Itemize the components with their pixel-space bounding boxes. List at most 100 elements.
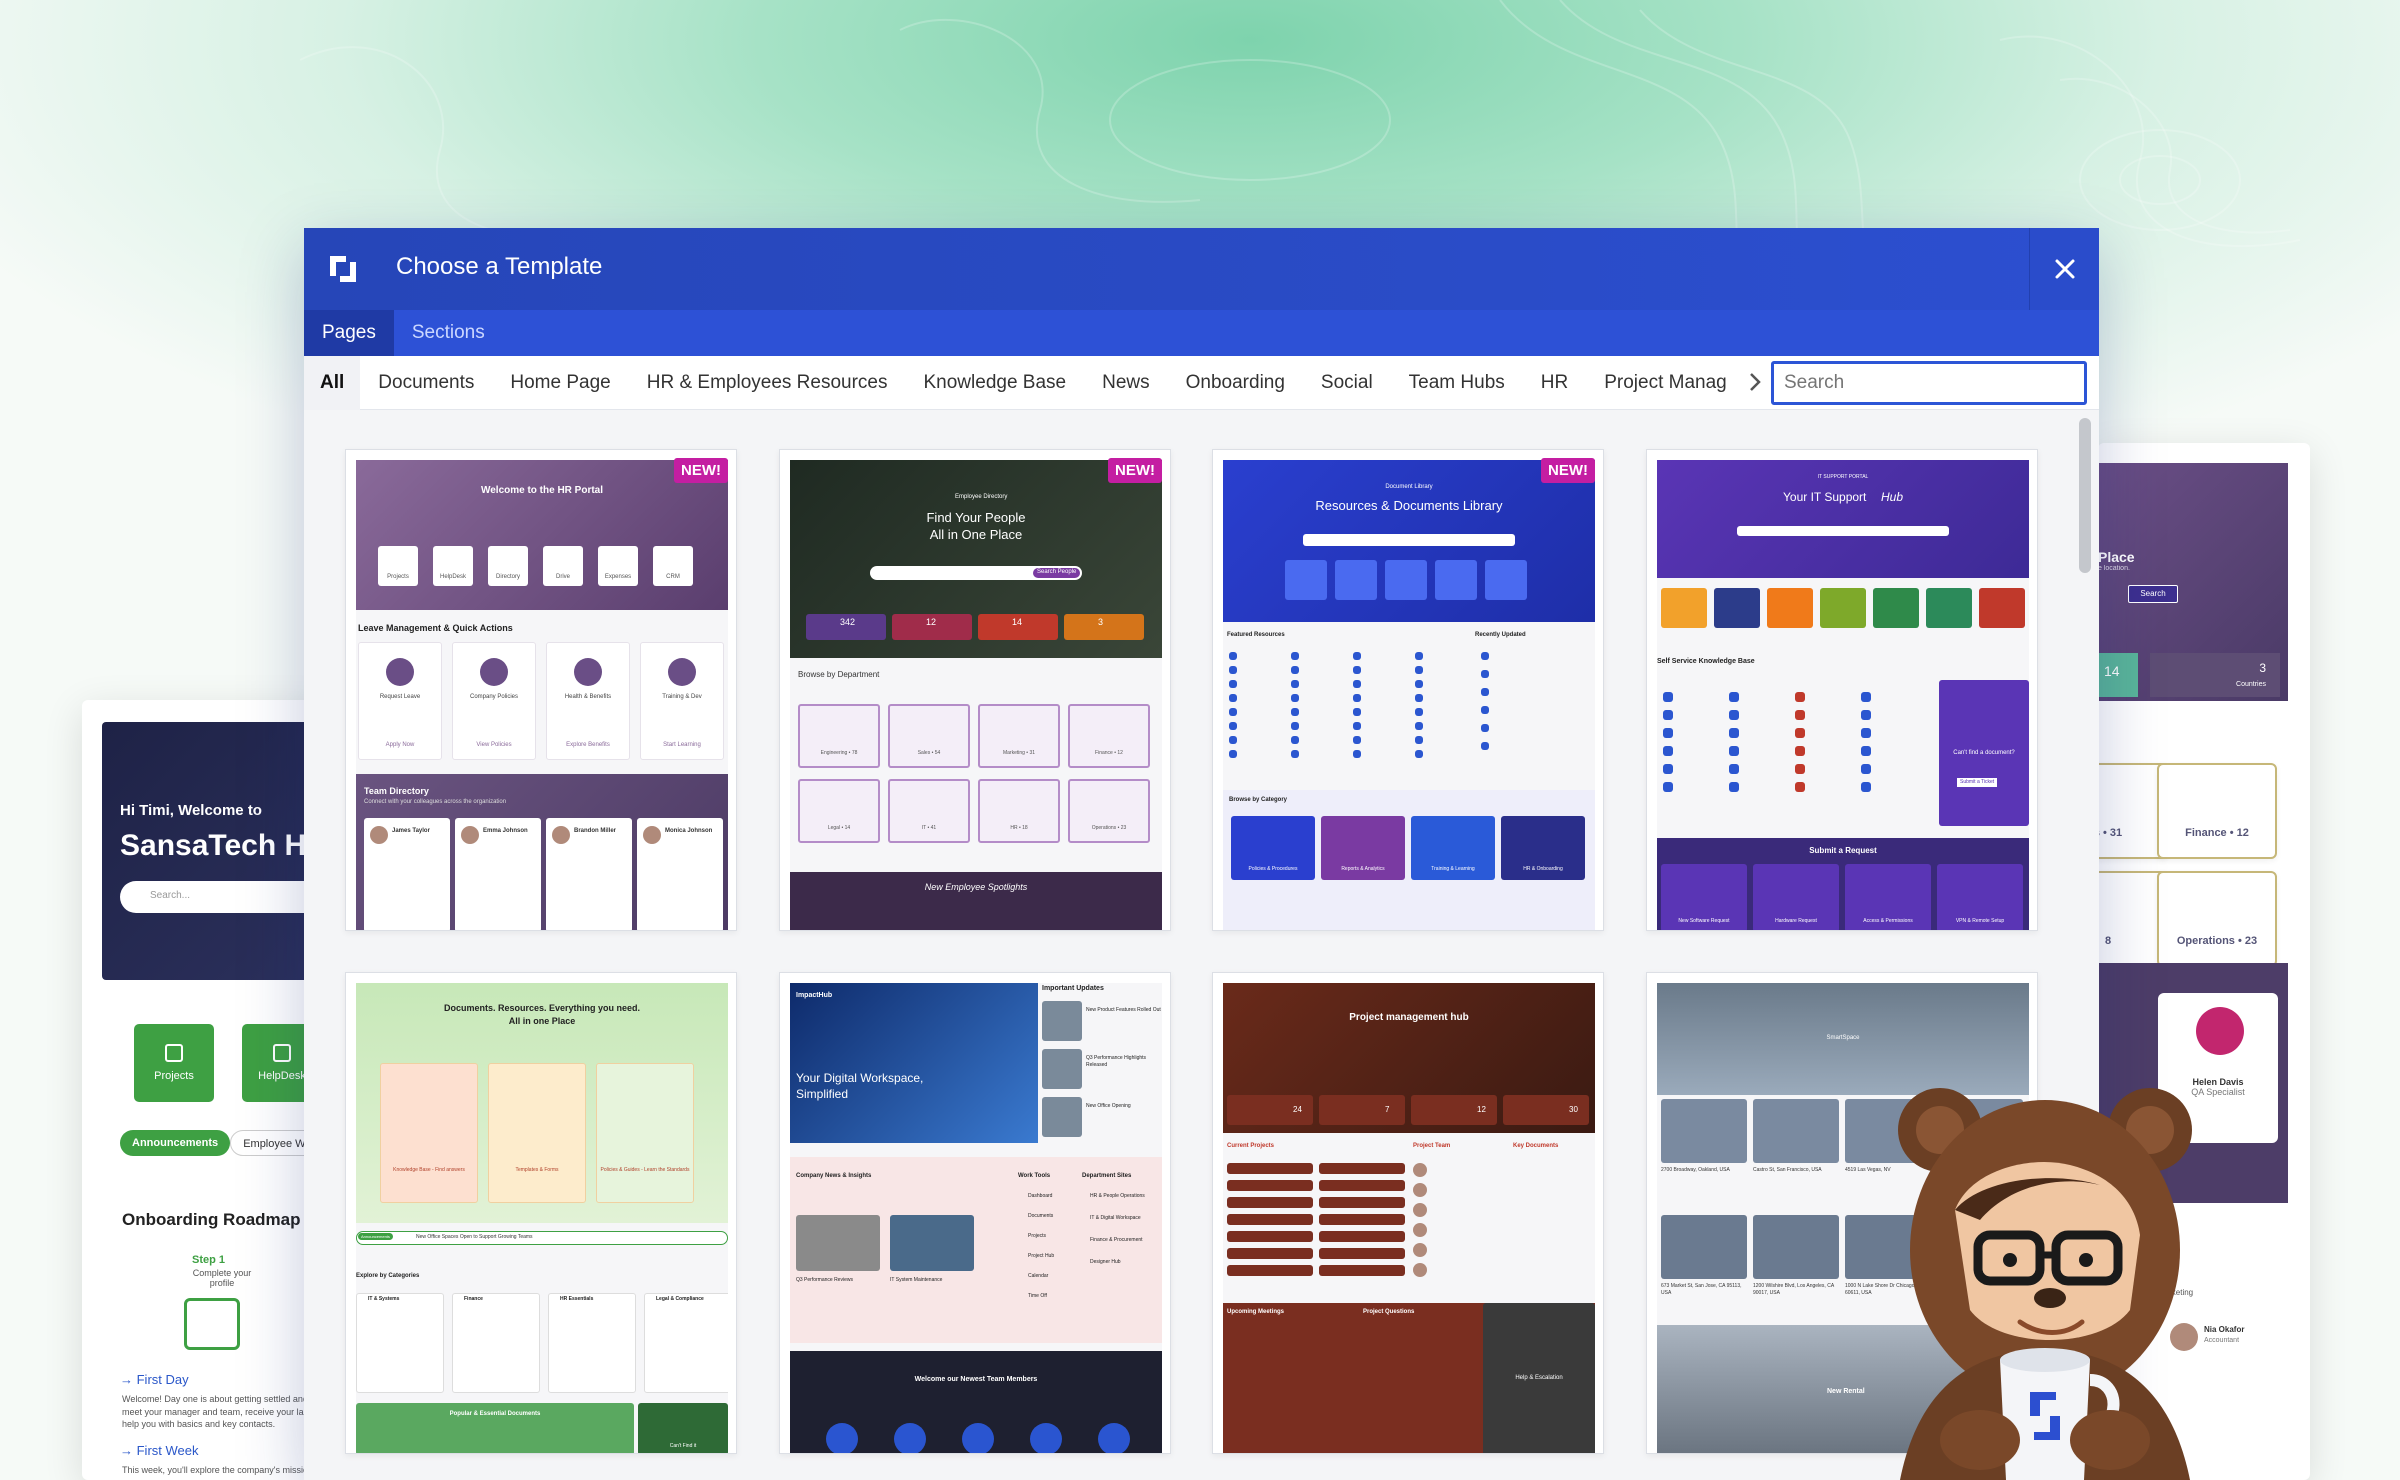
template-thumbnail: IT SUPPORT PORTAL Your IT Support Hub Self … [1657,460,2029,930]
tool-item: Dashboard [1028,1193,1053,1199]
filter-documents[interactable]: Documents [360,356,492,410]
template-card-project-management-hub[interactable]: Project management hub 24 7 12 30 Current Pro… [1212,972,1604,1454]
doc-icon [1415,680,1423,688]
bg-left-pill-announcements: Announcements [120,1130,231,1156]
doc-icon [1229,736,1237,744]
filter-social[interactable]: Social [1303,356,1391,410]
filter-onboarding[interactable]: Onboarding [1168,356,1303,410]
doc-icon [1229,694,1237,702]
doc-icon [1729,728,1739,738]
bg-left-first-day-text: Welcome! Day one is about getting settle… [122,1394,332,1430]
project-pill [1227,1180,1313,1191]
doc-icon [1353,708,1361,716]
tab-pages[interactable]: Pages [304,310,394,356]
filter-home-page[interactable]: Home Page [492,356,628,410]
project-pill [1227,1265,1313,1276]
category-label: Finance [464,1296,483,1302]
doc-icon [1481,742,1489,750]
bg-left-roadmap-title: Onboarding Roadmap [122,1210,301,1229]
avatar [826,1423,858,1453]
template-card-impact-hub[interactable]: ImpactHub Your Digital Workspace, Simplifi… [779,972,1171,1454]
department-label: Operations • 23 [1091,825,1127,831]
aside-text: Can't find a document? [1953,750,2015,756]
bg-left-greeting: Hi Timi, Welcome to [120,802,262,819]
hero-title-2: Simplified [796,1087,849,1101]
background-template-left: Hi Timi, Welcome to SansaTech HR P Searc… [82,700,332,1480]
feature-card [380,1063,478,1203]
action-label: Health & Benefits [564,694,612,700]
doc-icon [1861,710,1871,720]
project-pill [1319,1265,1405,1276]
team-directory-title: Team Directory [364,786,429,796]
filter-all[interactable]: All [304,355,361,410]
doc-icon [1229,680,1237,688]
chevron-right-icon[interactable] [1743,370,1767,394]
avatar [894,1423,926,1453]
doc-icon [1291,750,1299,758]
doc-icon [1353,680,1361,688]
action-icon [386,658,414,686]
announcement-text: New Office Spaces Open to Support Growin… [416,1234,533,1240]
project-pill [1227,1214,1313,1225]
bg-left-search: Search... [120,881,332,913]
filter-hr[interactable]: HR [1523,356,1586,410]
filter-team-hubs[interactable]: Team Hubs [1391,356,1523,410]
update-title: Q3 Performance Highlights Released [1086,1055,1147,1068]
stat-tile [1064,614,1144,640]
template-card-hr-portal[interactable]: Welcome to the HR Portal Projects HelpDesk… [345,449,737,931]
property-image [1753,1099,1839,1163]
aside-button: Submit a Ticket [1957,778,1998,787]
doc-icon [1291,708,1299,716]
action-link: Start Learning [663,742,701,748]
new-badge: NEW! [1541,458,1595,483]
template-card-documents-resources[interactable]: Documents. Resources. Everything you nee… [345,972,737,1454]
filter-knowledge-base[interactable]: Knowledge Base [906,356,1085,410]
template-card-employee-directory[interactable]: Employee Directory Find Your People All in… [779,449,1171,931]
doc-icon [1663,710,1673,720]
hero-title-1: Your IT Support [1783,490,1867,504]
category-title: Browse by Category [1229,797,1288,803]
tool-item: Documents [1028,1213,1054,1219]
template-thumbnail: Project management hub 24 7 12 30 Current Pro… [1223,983,1595,1453]
filter-news[interactable]: News [1084,356,1168,410]
category-label: HR Essentials [560,1296,594,1302]
close-button[interactable] [2029,228,2099,310]
property-address: 1200 Wilshire Blvd, Los Angeles, CA 9001… [1753,1283,1834,1296]
update-thumb [1042,1049,1082,1089]
modal-title: Choose a Template [396,253,603,280]
tool-item: Projects [1028,1233,1047,1239]
quick-link-label: CRM [666,574,680,580]
hero-banner [356,460,728,610]
filter-project-management[interactable]: Project Manag [1586,356,1745,410]
hero-title-1: Find Your People [926,510,1026,525]
bg-right-search-button: Search [2128,585,2178,603]
avatar [1413,1243,1427,1257]
avatar [2196,1007,2244,1055]
category-label: Training & Learning [1431,866,1475,872]
tab-sections[interactable]: Sections [394,310,503,356]
quick-link-label: Drive [555,574,570,580]
doc-icon [1795,746,1805,756]
search-input[interactable] [1771,361,2087,405]
template-card-documents-library[interactable]: Document Library Resources & Documents Li… [1212,449,1604,931]
department-card [888,704,970,768]
tools-title: Work Tools [1018,1173,1051,1179]
project-pill [1319,1214,1405,1225]
doc-icon [1481,688,1489,696]
doc-icon [1291,736,1299,744]
quick-link-label: Expenses [604,574,632,580]
doc-icon [1291,694,1299,702]
doc-icon [1663,692,1673,702]
template-thumbnail: Document Library Resources & Documents Li… [1223,460,1595,930]
update-thumb [1042,1001,1082,1041]
bg-left-step-icon [184,1298,240,1350]
action-label: Request Leave [379,694,421,700]
filter-hr-employees-resources[interactable]: HR & Employees Resources [629,356,906,410]
template-card-it-support-hub[interactable]: IT SUPPORT PORTAL Your IT Support Hub Self … [1646,449,2038,931]
property-image [1661,1215,1747,1279]
hero-title: Welcome to the HR Portal [480,485,604,496]
doc-icon [1729,746,1739,756]
modal-tabs: Pages Sections [304,310,2099,356]
category-tile [1285,560,1327,600]
scrollbar[interactable] [2079,418,2091,573]
